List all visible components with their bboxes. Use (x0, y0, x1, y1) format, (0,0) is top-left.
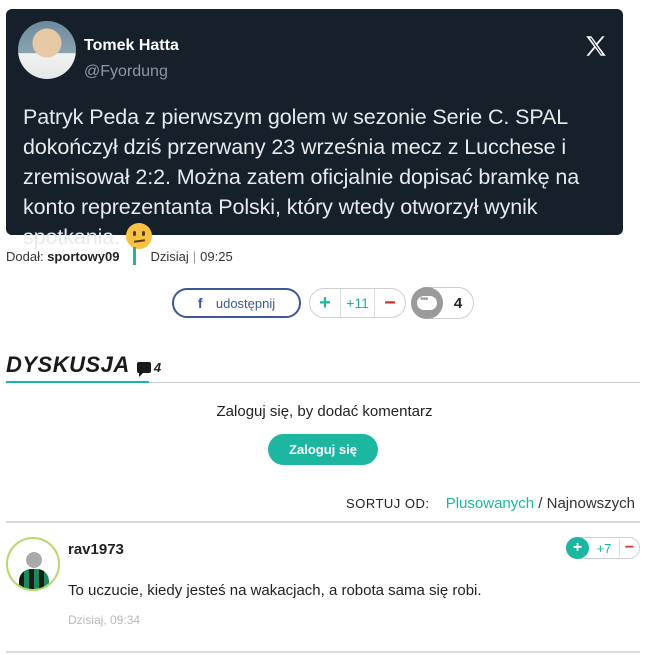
upvote-button[interactable]: + (310, 292, 340, 315)
sort-label: SORTUJ OD: (346, 496, 430, 511)
avatar-striped-shirt (19, 569, 49, 589)
added-by-user[interactable]: sportowy09 (47, 249, 119, 264)
x-logo-icon[interactable] (583, 33, 609, 59)
login-button[interactable]: Zaloguj się (268, 434, 378, 465)
comment-vote-score: +7 (596, 540, 612, 556)
post-meta: Dodał: sportowy09 Dzisiaj | 09:25 (6, 247, 233, 265)
comment-upvote-button[interactable]: + (566, 537, 589, 559)
share-facebook-button[interactable]: f udostępnij (172, 288, 301, 318)
post-date: Dzisiaj (150, 248, 189, 264)
comment-vote-widget: + +7 − (566, 537, 640, 559)
thinking-face-emoji-icon (125, 223, 152, 249)
comment-date: Dzisiaj, 09:34 (68, 613, 141, 627)
comments-count: 4 (453, 294, 463, 312)
discussion-heading: DYSKUSJA 4 (6, 352, 161, 378)
tweet-author-avatar[interactable] (18, 21, 76, 79)
meta-divider (133, 247, 137, 265)
sort-option-newest[interactable]: Najnowszych (547, 495, 635, 512)
added-by-label: Dodał: (6, 248, 44, 264)
comment-avatar[interactable] (6, 537, 60, 591)
sort-bar: SORTUJ OD: Plusowanych / Najnowszych (346, 495, 635, 512)
post-vote-widget: + +11 − (309, 288, 406, 318)
post-time: 09:25 (200, 248, 233, 264)
comments-button[interactable]: 4 (411, 287, 474, 319)
discussion-count: 4 (153, 359, 162, 375)
discussion-divider (149, 382, 640, 383)
discussion-underline-accent (6, 381, 149, 383)
sort-divider (6, 521, 640, 523)
share-label: udostępnij (215, 295, 276, 311)
avatar-head (26, 552, 42, 568)
tweet-author-name[interactable]: Tomek Hatta (84, 37, 179, 55)
downvote-button[interactable]: − (375, 292, 405, 315)
tweet-embed[interactable]: Tomek Hatta @Fyordung Patryk Peda z pier… (6, 9, 623, 249)
sort-option-most-upvoted[interactable]: Plusowanych (446, 495, 534, 512)
comment-icon (136, 361, 151, 377)
comment-divider (6, 651, 640, 653)
discussion-title: DYSKUSJA (6, 352, 130, 377)
facebook-icon: f (197, 295, 203, 311)
comment-username[interactable]: rav1973 (68, 541, 124, 558)
tweet-text-body: Patryk Peda z pierwszym golem w sezonie … (23, 105, 580, 249)
comment-text: To uczucie, kiedy jesteś na wakacjach, a… (68, 582, 482, 599)
sort-separator: / (538, 495, 543, 512)
tweet-text: Patryk Peda z pierwszym golem w sezonie … (23, 102, 623, 252)
tweet-author-handle[interactable]: @Fyordung (84, 63, 168, 81)
comment-bubble-icon (411, 287, 443, 319)
date-separator: | (192, 248, 197, 264)
login-prompt: Zaloguj się, by dodać komentarz (216, 403, 433, 420)
vote-score: +11 (340, 289, 375, 317)
comment-downvote-button[interactable]: − (619, 539, 639, 557)
